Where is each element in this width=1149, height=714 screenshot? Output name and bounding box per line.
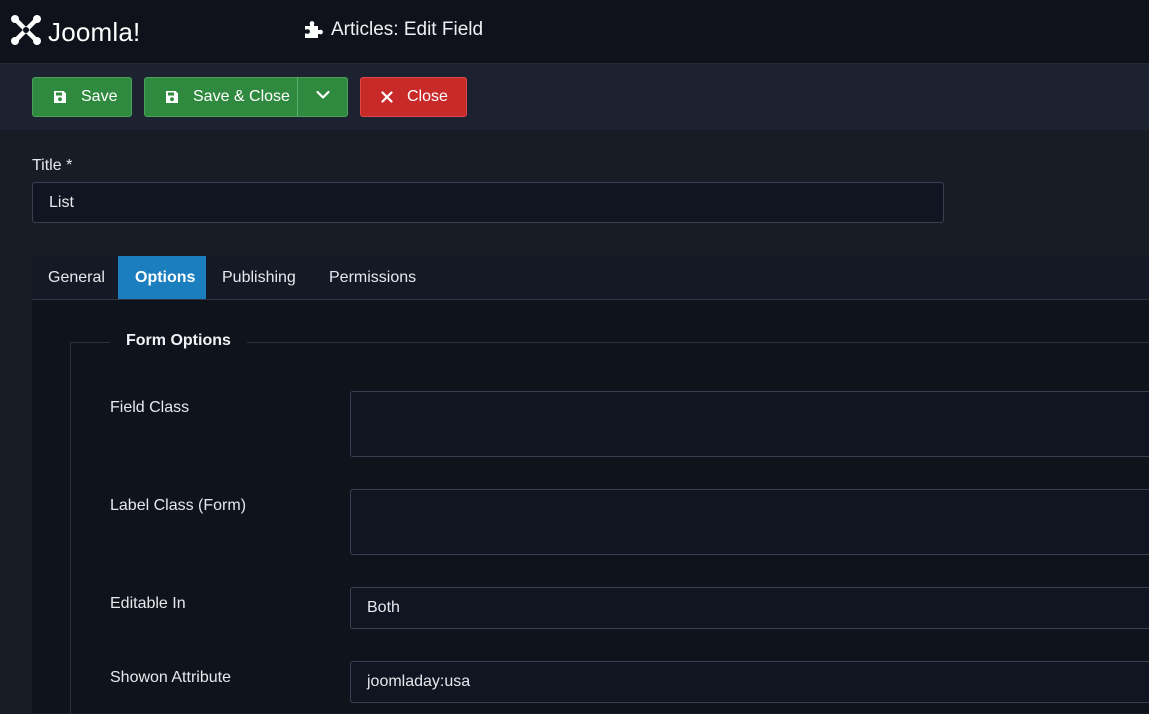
close-x-icon [381,91,393,103]
chevron-down-icon [315,87,331,108]
save-button[interactable]: Save [32,77,132,117]
tab-options[interactable]: Options [118,256,206,299]
tab-general[interactable]: General [32,256,118,299]
save-close-label: Save & Close [193,88,290,105]
form-options-legend: Form Options [110,332,247,350]
logo-text: Joomla! [48,17,141,47]
page-title-text: Articles: Edit Field [331,19,484,40]
joomla-logo-icon [10,14,42,51]
close-button[interactable]: Close [360,77,467,117]
joomla-logo[interactable]: Joomla! [10,14,140,51]
puzzle-piece-icon [303,20,323,40]
floppy-disk-icon [165,90,179,104]
tab-permissions[interactable]: Permissions [313,256,433,299]
toolbar: Save Save & Close Close [0,64,1149,130]
page-title: Articles: Edit Field [303,19,483,41]
editable-in-select[interactable]: Both [350,587,1149,629]
label-class-input[interactable] [350,489,1149,555]
save-label: Save [81,88,118,105]
close-label: Close [407,88,448,105]
tab-bar: General Options Publishing Permissions [32,256,1149,300]
save-close-button[interactable]: Save & Close [144,77,298,117]
field-class-input[interactable] [350,391,1149,457]
label-class-label: Label Class (Form) [110,497,247,514]
save-options-dropdown-button[interactable] [297,77,348,117]
header: Joomla! Articles: Edit Field [0,0,1149,64]
title-input[interactable]: List [32,182,944,223]
showon-attribute-label: Showon Attribute [110,669,231,686]
tab-publishing[interactable]: Publishing [206,256,313,299]
floppy-disk-icon [53,90,67,104]
title-label: Title * [32,157,73,174]
field-class-label: Field Class [110,399,190,416]
showon-attribute-input[interactable]: joomladay:usa [350,661,1149,703]
editable-in-label: Editable In [110,595,186,612]
